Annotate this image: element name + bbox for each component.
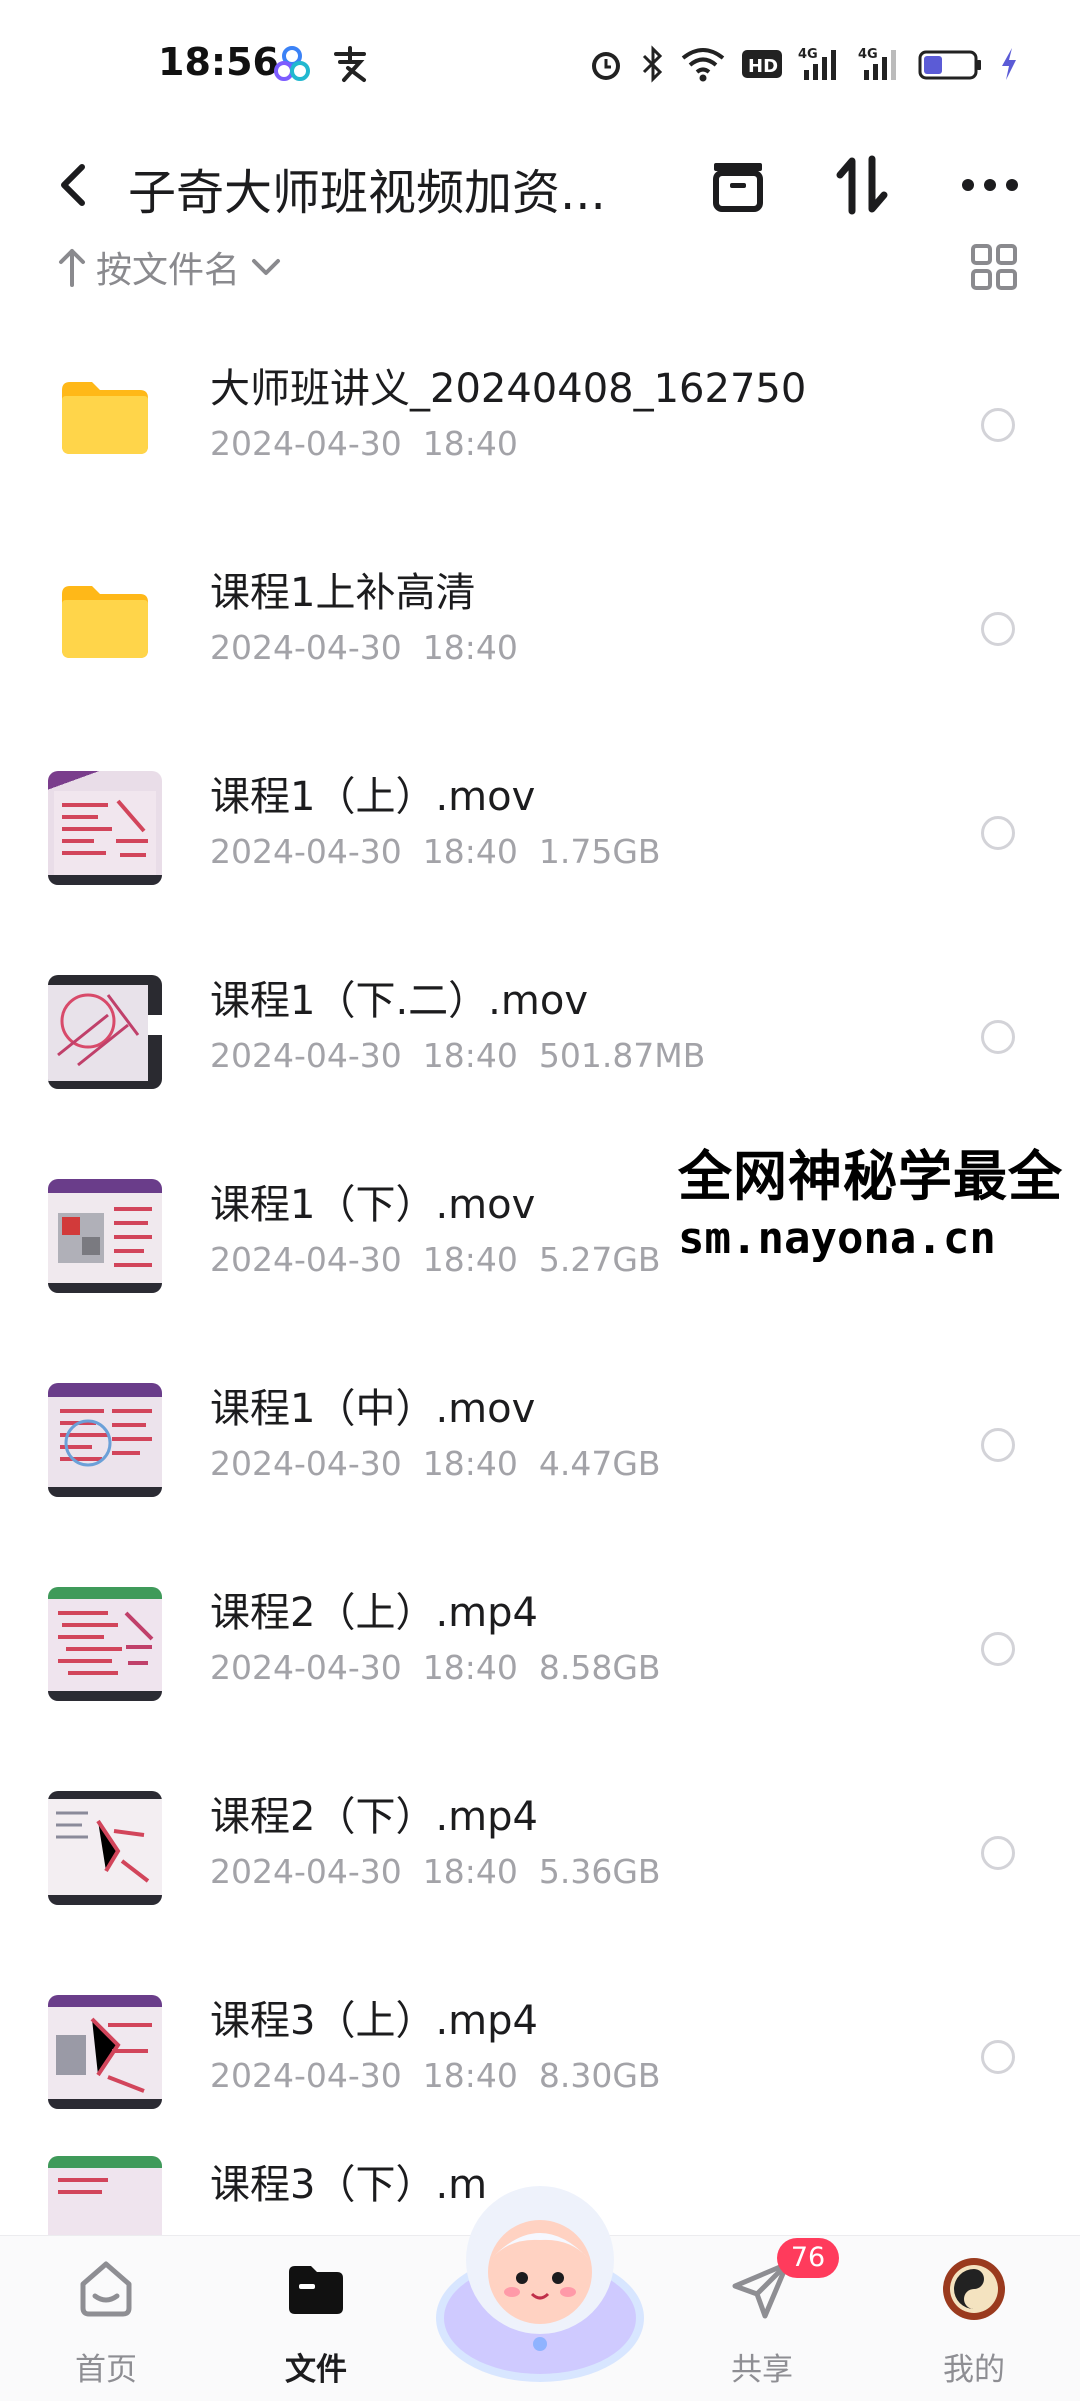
list-item[interactable]: 课程3（上）.mp4 2024-04-30 18:40 8.30GB xyxy=(0,1952,1080,2156)
folder-title: 子奇大师班视频加资... xyxy=(128,165,606,221)
nav-files[interactable]: 文件 xyxy=(246,2256,386,2389)
nav-mine[interactable]: 我的 xyxy=(904,2256,1044,2389)
signal-4g-icon: 4G xyxy=(798,44,844,88)
file-meta: 2024-04-30 18:40 5.27GB xyxy=(210,1240,661,1279)
avatar xyxy=(943,2258,1005,2320)
battery-icon xyxy=(918,44,984,88)
nav-share[interactable]: 76 共享 xyxy=(692,2238,839,2389)
file-meta: 2024-04-30 18:40 4.47GB xyxy=(210,1444,661,1483)
sort-by-name-button[interactable]: 按文件名 xyxy=(56,241,284,293)
video-thumbnail xyxy=(48,1791,162,1905)
list-item[interactable]: 课程1（上）.mov 2024-04-30 18:40 1.75GB xyxy=(0,728,1080,932)
app-notification-icon xyxy=(272,44,312,88)
select-radio[interactable] xyxy=(981,1836,1015,1870)
folder-icon xyxy=(62,382,148,454)
assistant-mascot-button[interactable] xyxy=(430,2168,650,2388)
file-list: 大师班讲义_20240408_162750 2024-04-30 18:40 课… xyxy=(0,320,1080,2235)
select-radio[interactable] xyxy=(981,1632,1015,1666)
svg-text:4G: 4G xyxy=(858,47,878,62)
list-item[interactable]: 课程2（下）.mp4 2024-04-30 18:40 5.36GB xyxy=(0,1748,1080,1952)
alipay-notification-icon xyxy=(330,44,370,88)
status-icons: HD 4G 4G xyxy=(586,44,1020,88)
hd-voice-icon: HD xyxy=(740,44,784,88)
bluetooth-icon xyxy=(640,44,666,88)
folder-filled-icon xyxy=(289,2266,343,2314)
video-thumbnail xyxy=(48,771,162,885)
archive-box-icon xyxy=(713,163,763,212)
video-thumbnail xyxy=(48,1587,162,1701)
file-meta: 2024-04-30 18:40 xyxy=(210,424,518,463)
chevron-down-icon xyxy=(252,259,281,275)
video-thumbnail xyxy=(48,1179,162,1293)
nav-home-label: 首页 xyxy=(75,2352,137,2388)
file-meta: 2024-04-30 18:40 1.75GB xyxy=(210,832,661,871)
file-meta: 2024-04-30 18:40 8.58GB xyxy=(210,1648,661,1687)
back-button[interactable] xyxy=(44,153,104,217)
file-meta: 2024-04-30 18:40 501.87MB xyxy=(210,1036,706,1075)
alarm-icon xyxy=(586,44,626,88)
video-thumbnail xyxy=(48,1995,162,2109)
select-radio[interactable] xyxy=(981,408,1015,442)
file-name: 课程1（上）.mov xyxy=(210,774,536,820)
file-name: 课程2（上）.mp4 xyxy=(210,1590,538,1636)
video-thumbnail xyxy=(48,1383,162,1497)
file-meta: 2024-04-30 18:40 5.36GB xyxy=(210,1852,661,1891)
signal-4g-2-icon: 4G xyxy=(858,44,904,88)
video-thumbnail xyxy=(48,975,162,1089)
file-name: 课程1（下）.mov xyxy=(210,1182,536,1228)
arrow-up-icon xyxy=(59,249,85,287)
grid-view-button[interactable] xyxy=(970,243,1018,291)
video-thumbnail xyxy=(48,2156,162,2235)
select-radio[interactable] xyxy=(981,816,1015,850)
svg-text:HD: HD xyxy=(748,56,778,77)
nav-share-label: 共享 xyxy=(731,2352,793,2388)
wifi-icon xyxy=(680,44,726,88)
list-item[interactable]: 大师班讲义_20240408_162750 2024-04-30 18:40 xyxy=(0,320,1080,524)
home-icon xyxy=(80,2261,132,2317)
nav-files-label: 文件 xyxy=(285,2352,347,2388)
status-time: 18:56 xyxy=(158,40,279,84)
watermark-url: sm.nayona.cn xyxy=(678,1213,996,1264)
file-name: 课程1上补高清 xyxy=(210,570,476,616)
file-name: 课程2（下）.mp4 xyxy=(210,1794,538,1840)
select-radio[interactable] xyxy=(981,612,1015,646)
file-name: 课程1（中）.mov xyxy=(210,1386,536,1432)
top-app-bar: 子奇大师班视频加资... xyxy=(0,135,1080,235)
list-item[interactable]: 课程1上补高清 2024-04-30 18:40 xyxy=(0,524,1080,728)
file-name: 课程1（下.二）.mov xyxy=(210,978,588,1024)
sort-order-button[interactable] xyxy=(826,149,898,221)
sort-label: 按文件名 xyxy=(96,250,241,291)
sort-bar: 按文件名 xyxy=(0,235,1080,307)
file-name: 课程3（上）.mp4 xyxy=(210,1998,538,2044)
mascot-icon xyxy=(436,2186,644,2382)
nav-home[interactable]: 首页 xyxy=(36,2256,176,2389)
status-bar: 18:56 HD 4G 4G xyxy=(0,0,1080,135)
select-radio[interactable] xyxy=(981,1020,1015,1054)
list-item[interactable]: 课程1（下.二）.mov 2024-04-30 18:40 501.87MB xyxy=(0,932,1080,1136)
folder-icon xyxy=(62,586,148,658)
more-dots-icon xyxy=(962,179,1018,191)
grid-icon xyxy=(971,244,1017,290)
list-item[interactable]: 课程1（中）.mov 2024-04-30 18:40 4.47GB xyxy=(0,1340,1080,1544)
svg-text:4G: 4G xyxy=(798,47,818,62)
back-arrow-icon xyxy=(61,164,85,206)
file-name: 大师班讲义_20240408_162750 xyxy=(210,366,807,412)
select-radio[interactable] xyxy=(981,2040,1015,2074)
more-options-button[interactable] xyxy=(954,149,1026,221)
list-item[interactable]: 课程2（上）.mp4 2024-04-30 18:40 8.58GB xyxy=(0,1544,1080,1748)
watermark-overlay: 全网神秘学最全 sm.nayona.cn xyxy=(672,1128,1080,1268)
sort-arrows-icon xyxy=(836,155,888,215)
file-meta: 2024-04-30 18:40 8.30GB xyxy=(210,2056,661,2095)
file-meta: 2024-04-30 18:40 xyxy=(210,628,518,667)
charging-icon xyxy=(998,44,1020,88)
nav-mine-label: 我的 xyxy=(943,2352,1005,2388)
share-badge: 76 xyxy=(777,2238,839,2278)
archive-button[interactable] xyxy=(702,149,774,221)
select-radio[interactable] xyxy=(981,1428,1015,1462)
watermark-text: 全网神秘学最全 xyxy=(678,1145,1063,1208)
